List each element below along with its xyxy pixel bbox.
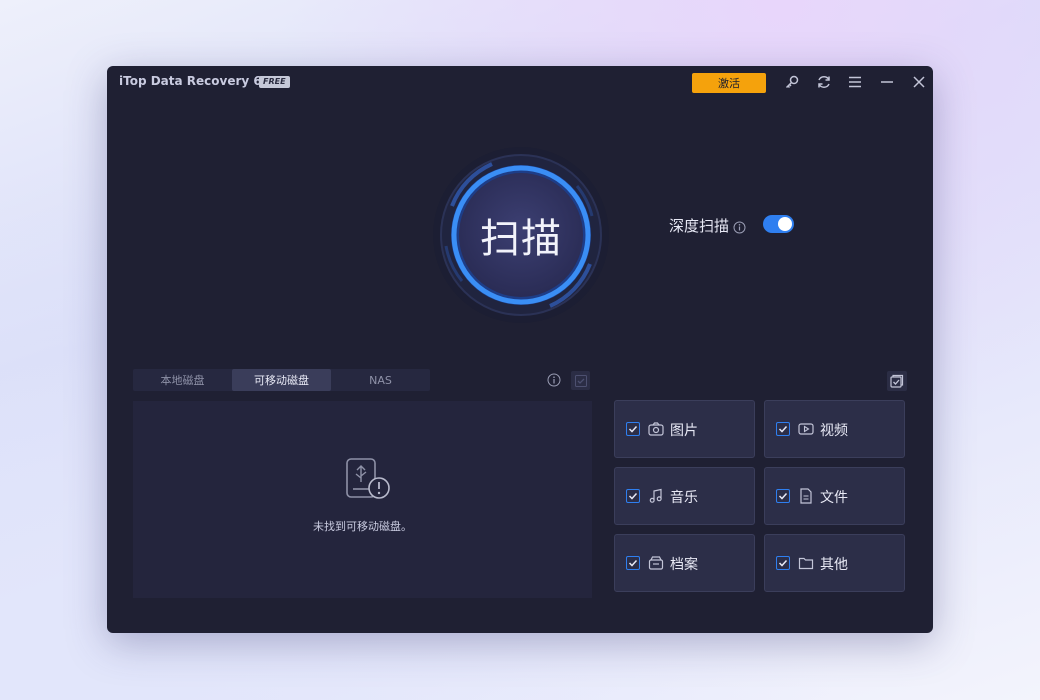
app-window: iTop Data Recovery 6.0 FREE 激活 扫描 深度扫描 本… [107, 66, 933, 633]
checkbox[interactable] [776, 556, 790, 570]
refresh-icon[interactable] [814, 72, 834, 92]
category-archives[interactable]: 档案 [614, 534, 755, 592]
usb-warning-icon [345, 458, 391, 506]
close-icon[interactable] [909, 72, 929, 92]
folder-icon [798, 555, 814, 571]
info-icon[interactable] [733, 219, 746, 238]
toggle-knob [778, 217, 792, 231]
category-label: 视频 [820, 423, 848, 439]
document-icon [798, 488, 814, 504]
camera-icon [648, 421, 664, 437]
edition-badge: FREE [259, 76, 290, 88]
key-icon[interactable] [782, 72, 802, 92]
deep-scan-toggle[interactable] [763, 215, 794, 233]
menu-icon[interactable] [845, 72, 865, 92]
category-select-all-checkbox[interactable] [887, 371, 907, 391]
category-label: 音乐 [670, 490, 698, 506]
category-other[interactable]: 其他 [764, 534, 905, 592]
minimize-icon[interactable] [877, 72, 897, 92]
archive-icon [648, 555, 664, 571]
checkbox[interactable] [626, 489, 640, 503]
drive-info-icon[interactable] [547, 372, 561, 391]
category-label: 其他 [820, 557, 848, 573]
category-music[interactable]: 音乐 [614, 467, 755, 525]
activate-button[interactable]: 激活 [692, 73, 766, 93]
empty-drive-message: 未找到可移动磁盘。 [313, 520, 412, 533]
category-pictures[interactable]: 图片 [614, 400, 755, 458]
category-videos[interactable]: 视频 [764, 400, 905, 458]
music-icon [648, 488, 664, 504]
checkbox[interactable] [776, 489, 790, 503]
tab-removable-disk[interactable]: 可移动磁盘 [232, 369, 331, 391]
drive-list-panel: 未找到可移动磁盘。 [133, 401, 592, 598]
deep-scan-label: 深度扫描 [669, 217, 730, 235]
title-bar: iTop Data Recovery 6.0 FREE 激活 [107, 66, 933, 98]
scan-label: 扫描 [480, 216, 562, 262]
scan-button[interactable]: 扫描 [432, 146, 610, 324]
checkbox[interactable] [626, 556, 640, 570]
checkbox[interactable] [776, 422, 790, 436]
drive-select-all-checkbox[interactable] [571, 371, 590, 390]
category-label: 档案 [670, 557, 698, 573]
category-documents[interactable]: 文件 [764, 467, 905, 525]
drive-tabs: 本地磁盘 可移动磁盘 NAS [133, 369, 430, 391]
checkbox[interactable] [626, 422, 640, 436]
category-label: 文件 [820, 490, 848, 506]
tab-local-disk[interactable]: 本地磁盘 [133, 369, 232, 391]
tab-nas[interactable]: NAS [331, 369, 430, 391]
category-label: 图片 [670, 423, 698, 439]
video-icon [798, 421, 814, 437]
app-title: iTop Data Recovery 6.0 [119, 74, 275, 88]
